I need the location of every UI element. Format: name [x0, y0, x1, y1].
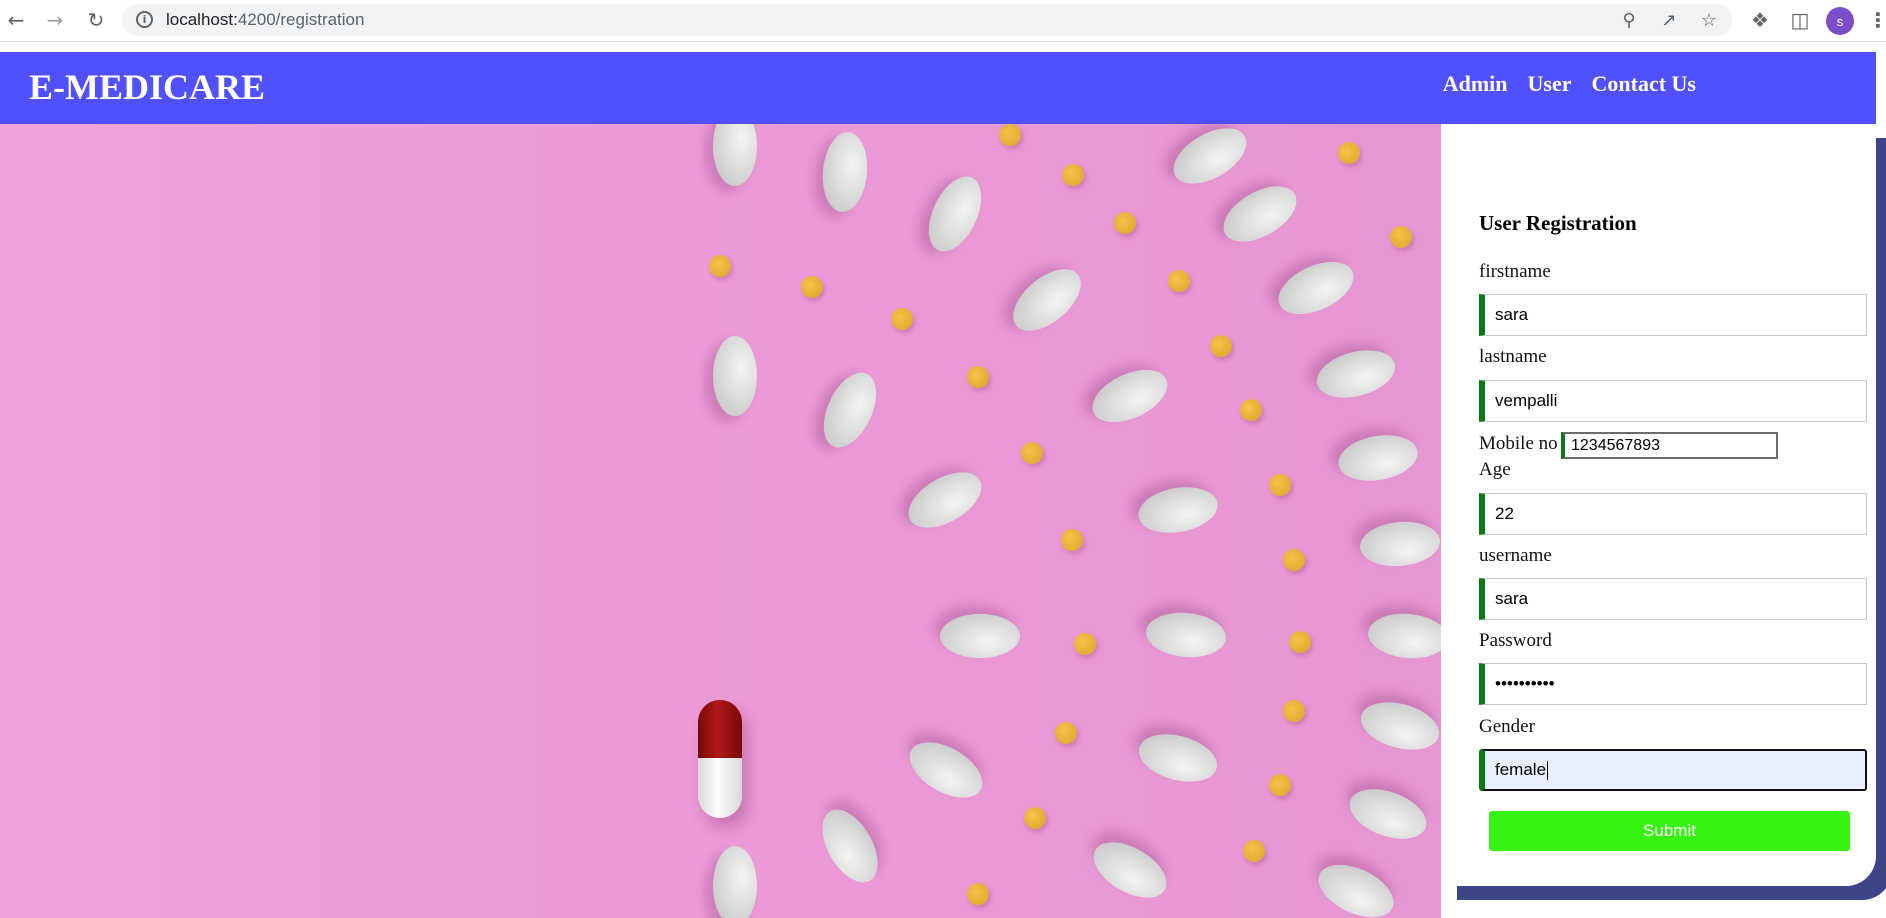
pill: [1366, 610, 1441, 662]
puzzle-icon[interactable]: ❖: [1746, 6, 1774, 34]
lastname-input[interactable]: vempalli: [1479, 380, 1867, 422]
dot: [1021, 442, 1043, 464]
dot: [1168, 270, 1190, 292]
side-panel-icon[interactable]: ◫: [1786, 6, 1814, 34]
dot: [1240, 399, 1262, 421]
pill: [1270, 251, 1362, 325]
info-icon[interactable]: i: [136, 11, 153, 28]
address-bar[interactable]: i localhost:4200/registration ⚲ ↗ ☆: [122, 4, 1732, 36]
dot: [1210, 335, 1232, 357]
pill: [1084, 830, 1176, 910]
dot: [1289, 631, 1311, 653]
firstname-input[interactable]: sara: [1479, 294, 1867, 336]
pill: [813, 364, 887, 456]
nav-user[interactable]: User: [1528, 71, 1572, 97]
text-caret: [1547, 761, 1549, 781]
password-label: Password: [1479, 630, 1552, 651]
pill: [899, 460, 991, 540]
pill: [713, 124, 757, 186]
username-label: username: [1479, 545, 1552, 566]
browser-toolbar: ← → ↻ i localhost:4200/registration ⚲ ↗ …: [0, 0, 1886, 42]
pill: [1002, 257, 1092, 343]
dot: [1283, 549, 1305, 571]
key-icon[interactable]: ⚲: [1617, 8, 1641, 32]
pill: [1358, 518, 1441, 570]
password-input[interactable]: ••••••••••: [1479, 663, 1867, 705]
gender-input[interactable]: female: [1479, 749, 1867, 791]
dot: [1243, 840, 1265, 862]
pill: [713, 336, 757, 416]
capsule: [698, 700, 742, 818]
dot: [967, 883, 989, 905]
dot: [1061, 529, 1083, 551]
dot: [1062, 164, 1084, 186]
age-input[interactable]: 22: [1479, 493, 1867, 535]
dot: [1390, 226, 1412, 248]
dot: [1269, 474, 1291, 496]
dot: [999, 124, 1021, 146]
nav-contact-us[interactable]: Contact Us: [1592, 71, 1697, 97]
pill: [1133, 726, 1223, 790]
pill: [1134, 481, 1222, 539]
registration-card: User Registration firstname sara lastnam…: [1441, 124, 1876, 886]
url-text: localhost:4200/registration: [166, 10, 365, 29]
pill: [819, 130, 871, 214]
form-title: User Registration: [1479, 211, 1637, 235]
app-header: E-MEDICARE Admin User Contact Us: [0, 52, 1876, 124]
pill: [1144, 609, 1228, 661]
mobile-label: Mobile no: [1479, 433, 1558, 454]
pill: [1310, 854, 1402, 918]
pill: [1355, 694, 1441, 758]
dot: [891, 308, 913, 330]
dot: [1269, 774, 1291, 796]
dot: [1338, 142, 1360, 164]
age-label: Age: [1479, 459, 1511, 480]
gender-label: Gender: [1479, 716, 1535, 737]
submit-button[interactable]: Submit: [1489, 811, 1850, 851]
pill: [1084, 359, 1176, 433]
main-nav: Admin User Contact Us: [1443, 71, 1696, 97]
pill: [940, 614, 1020, 658]
brand-logo[interactable]: E-MEDICARE: [29, 66, 265, 108]
firstname-label: firstname: [1479, 261, 1551, 282]
dot: [967, 366, 989, 388]
dot: [1283, 700, 1305, 722]
pill: [1311, 342, 1401, 406]
pill: [1334, 429, 1422, 487]
star-icon[interactable]: ☆: [1697, 8, 1721, 32]
dot: [1055, 722, 1077, 744]
lastname-label: lastname: [1479, 346, 1547, 367]
pill: [1164, 124, 1256, 196]
dot: [1114, 212, 1136, 234]
dot: [709, 255, 731, 277]
pill: [900, 730, 992, 810]
username-input[interactable]: sara: [1479, 578, 1867, 620]
nav-admin[interactable]: Admin: [1443, 71, 1508, 97]
pill: [918, 168, 992, 260]
reload-icon[interactable]: ↻: [82, 6, 110, 34]
more-vert-icon[interactable]: ⋮: [1868, 6, 1886, 34]
pill: [1342, 779, 1434, 849]
hero-image: [0, 124, 1441, 918]
dot: [1074, 633, 1096, 655]
pill: [810, 800, 890, 892]
dot: [801, 276, 823, 298]
mobile-input[interactable]: 1234567893: [1561, 432, 1778, 459]
pill: [713, 846, 757, 918]
forward-icon[interactable]: →: [41, 6, 69, 34]
pill: [1214, 174, 1306, 254]
back-icon[interactable]: ←: [2, 6, 30, 34]
share-icon[interactable]: ↗: [1657, 8, 1681, 32]
dot: [1024, 807, 1046, 829]
profile-avatar[interactable]: s: [1826, 7, 1854, 35]
